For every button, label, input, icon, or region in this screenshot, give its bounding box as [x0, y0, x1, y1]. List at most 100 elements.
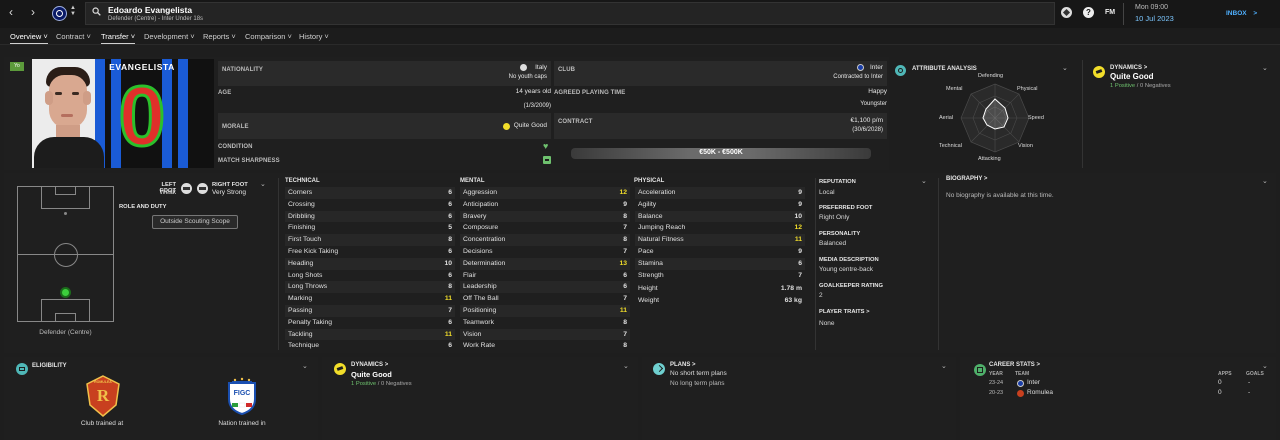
attribute-row[interactable]: Balance 10 — [635, 210, 805, 223]
chevron-down-icon[interactable]: ⌄ — [302, 362, 308, 370]
club-switch-icon[interactable]: ▲ ▼ — [70, 5, 76, 17]
attribute-row[interactable]: Aggression 12 — [460, 187, 630, 199]
attribute-row[interactable]: Anticipation 9 — [460, 199, 630, 211]
wage-value[interactable]: €1,100 p/m — [790, 117, 883, 124]
tab-history[interactable]: History ˅ — [299, 32, 329, 41]
club-value[interactable]: Inter — [820, 64, 883, 71]
value-range-bar[interactable]: €50K - €500K — [571, 148, 871, 159]
chevron-down-icon[interactable]: ⌄ — [1262, 64, 1268, 72]
attribute-row[interactable]: Determination 13 — [460, 257, 630, 270]
attribute-row[interactable]: Composure 7 — [460, 222, 630, 234]
tab-development[interactable]: Development ˅ — [144, 32, 195, 41]
player-traits-label[interactable]: PLAYER TRAITS > — [819, 309, 870, 315]
attribute-row[interactable]: Long Shots 6 — [285, 270, 455, 282]
tab-comparison[interactable]: Comparison ˅ — [245, 32, 292, 41]
career-title[interactable]: CAREER STATS > — [989, 362, 1040, 368]
playing-time-value: Youngster — [860, 101, 887, 107]
position-pitch — [17, 186, 114, 322]
figc-text: FIGC — [233, 390, 251, 397]
attribute-value: 9 — [798, 189, 802, 196]
tab-reports[interactable]: Reports ˅ — [203, 32, 236, 41]
chevron-down-icon[interactable]: ⌄ — [1062, 64, 1068, 72]
attribute-row[interactable]: Corners 6 — [285, 187, 455, 199]
back-icon[interactable]: ‹ — [9, 6, 13, 18]
attribute-row[interactable]: Jumping Reach 12 — [635, 222, 805, 234]
chevron-down-icon[interactable]: ⌄ — [941, 362, 947, 370]
attribute-row[interactable]: Free Kick Taking 6 — [285, 246, 455, 258]
outside-scouting-button[interactable]: Outside Scouting Scope — [152, 215, 238, 229]
contract-label: CONTRACT — [558, 119, 593, 125]
forward-icon[interactable]: › — [31, 6, 35, 18]
plans-icon — [653, 363, 665, 375]
attribute-row[interactable]: Heading 10 — [285, 257, 455, 270]
table-row[interactable]: 23-24 Inter 0 - — [988, 379, 1268, 389]
attribute-row[interactable]: Long Throws 8 — [285, 281, 455, 294]
attribute-row[interactable]: Pace 9 — [635, 246, 805, 258]
inbox-button[interactable]: INBOX > — [1226, 10, 1257, 17]
ball-icon[interactable] — [1061, 7, 1072, 18]
position-marker[interactable] — [60, 287, 71, 298]
attribute-row[interactable]: Flair 6 — [460, 270, 630, 282]
attribute-row[interactable]: Crossing 6 — [285, 199, 455, 211]
search-icon[interactable] — [92, 7, 101, 16]
attribute-row[interactable]: Passing 7 — [285, 305, 455, 317]
date-widget[interactable]: Mon 09:00 10 Jul 2023 — [1123, 3, 1223, 25]
attribute-value: 12 — [794, 224, 802, 232]
help-icon[interactable]: ? — [1083, 7, 1094, 18]
attribute-value: 6 — [448, 271, 452, 279]
contract-end: (30/6/2028) — [852, 127, 883, 133]
attribute-row[interactable]: Work Rate 8 — [460, 340, 630, 352]
dynamics-bottom-title[interactable]: DYNAMICS > — [351, 362, 388, 368]
attribute-value: 8 — [448, 236, 452, 244]
chevron-down-icon[interactable]: ⌄ — [623, 362, 629, 370]
attribute-row[interactable]: Technique 6 — [285, 340, 455, 352]
mental-title: MENTAL — [460, 178, 485, 184]
attribute-row[interactable]: Teamwork 8 — [460, 317, 630, 329]
fm-logo[interactable]: FM — [1105, 9, 1115, 16]
tab-transfer[interactable]: Transfer ˅ — [101, 32, 136, 44]
morale-value[interactable]: Quite Good — [490, 122, 547, 129]
chevron-down-icon[interactable]: ⌄ — [921, 177, 927, 185]
attribute-row[interactable]: Off The Ball 7 — [460, 293, 630, 305]
attribute-row[interactable]: Penalty Taking 6 — [285, 317, 455, 329]
attribute-row[interactable]: Finishing 5 — [285, 222, 455, 234]
dynamics-bottom-summary: 1 Positive / 0 Negatives — [351, 381, 412, 387]
attribute-row[interactable]: Decisions 7 — [460, 246, 630, 258]
attribute-row[interactable]: Marking 11 — [285, 293, 455, 305]
attribute-row[interactable]: Agility 9 — [635, 199, 805, 211]
chevron-down-icon[interactable]: ⌄ — [1262, 177, 1268, 185]
attribute-row[interactable]: Strength 7 — [635, 270, 805, 282]
sharpness-icon — [543, 156, 551, 164]
nationality-value[interactable]: Italy — [480, 64, 547, 71]
attribute-row[interactable]: Positioning 11 — [460, 305, 630, 317]
attribute-value: 6 — [448, 342, 452, 350]
club-crest-icon[interactable] — [52, 6, 67, 21]
plans-title[interactable]: PLANS > — [670, 362, 696, 368]
attribute-row[interactable]: Vision 7 — [460, 328, 630, 341]
chevron-down-icon[interactable]: ⌄ — [1262, 362, 1268, 370]
club-status: Contracted to Inter — [833, 74, 883, 80]
media-label: MEDIA DESCRIPTION — [819, 257, 879, 263]
attribute-row[interactable]: Concentration 8 — [460, 234, 630, 246]
biography-title[interactable]: BIOGRAPHY > — [946, 176, 987, 182]
figc-crest[interactable]: FIGC — [225, 377, 259, 416]
attribute-row[interactable]: Bravery 8 — [460, 210, 630, 223]
chevron-down-icon[interactable]: ⌄ — [260, 180, 266, 188]
attribute-row[interactable]: Leadership 6 — [460, 281, 630, 294]
club-trained-caption: Club trained at — [80, 420, 124, 427]
attribute-row[interactable]: Acceleration 9 — [635, 187, 805, 199]
attribute-row[interactable]: Stamina 6 — [635, 257, 805, 270]
tab-contract[interactable]: Contract ˅ — [56, 32, 91, 41]
attribute-row[interactable]: Natural Fitness 11 — [635, 234, 805, 246]
dynamics-title[interactable]: DYNAMICS > — [1110, 65, 1147, 71]
attribute-row[interactable]: First Touch 8 — [285, 234, 455, 246]
gk-rating-label: GOALKEEPER RATING — [819, 283, 883, 289]
attribute-row[interactable]: Dribbling 6 — [285, 210, 455, 223]
position-caption: Defender (Centre) — [39, 329, 92, 336]
reputation-label: REPUTATION — [819, 179, 856, 185]
attribute-row[interactable]: Tackling 11 — [285, 328, 455, 341]
table-row[interactable]: 20-23 Romulea 0 - — [988, 389, 1268, 399]
tab-overview[interactable]: Overview ˅ — [10, 32, 48, 44]
radar-label-defending: Defending — [978, 73, 1004, 79]
romulea-crest[interactable]: R ROMULEA — [86, 375, 120, 417]
